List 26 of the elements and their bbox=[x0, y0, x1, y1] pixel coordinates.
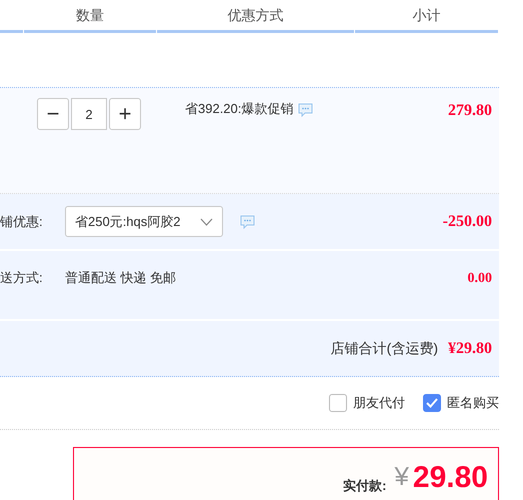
chat-icon[interactable] bbox=[298, 103, 314, 117]
promotion-text: 省392.20:爆款促销 bbox=[185, 100, 294, 118]
subtotal-price: 279.80 bbox=[448, 101, 493, 121]
shop-total-label: 店铺合计(含运费) bbox=[330, 339, 438, 358]
discount-label: 铺优惠: bbox=[0, 212, 44, 231]
minus-button[interactable]: − bbox=[37, 98, 69, 130]
discount-dropdown[interactable]: 省250元:hqs阿胶2 bbox=[65, 206, 223, 237]
checkbox[interactable] bbox=[329, 394, 347, 412]
checkbox[interactable] bbox=[423, 394, 441, 412]
checkbox-label: 匿名购买 bbox=[447, 394, 499, 412]
column-header: 小计 bbox=[412, 6, 440, 24]
shipping-method: 普通配送 快递 免邮 bbox=[65, 269, 176, 287]
plus-button[interactable]: + bbox=[109, 98, 141, 130]
payment-amount: 29.80 bbox=[412, 463, 488, 493]
checkbox-label: 朋友代付 bbox=[353, 394, 405, 412]
column-header: 优惠方式 bbox=[228, 6, 284, 24]
column-header: 数量 bbox=[76, 6, 104, 24]
caret-icon bbox=[200, 218, 213, 226]
chat-icon[interactable] bbox=[240, 214, 255, 228]
shipping-label: 送方式: bbox=[0, 269, 44, 287]
shop-total-amount: ¥29.80 bbox=[448, 338, 493, 358]
quantity-field[interactable]: 2 bbox=[71, 98, 107, 130]
discount-amount: -250.00 bbox=[442, 212, 493, 232]
shipping-amount: 0.00 bbox=[468, 270, 493, 288]
currency-symbol: ¥ bbox=[394, 463, 409, 489]
payment-label: 实付款: bbox=[343, 477, 386, 495]
